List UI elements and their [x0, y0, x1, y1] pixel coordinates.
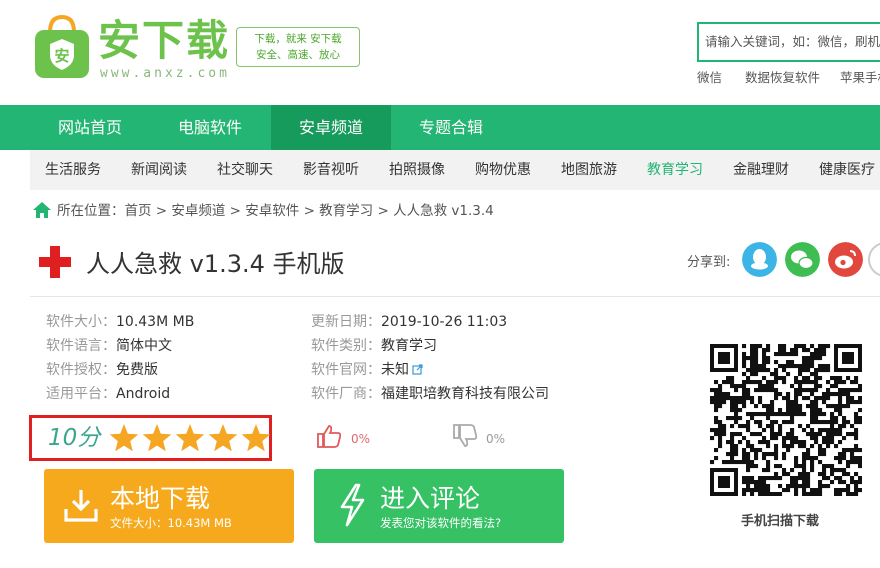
lightning-icon — [340, 483, 365, 527]
category-item[interactable]: 社交聊天 — [217, 150, 273, 190]
home-icon[interactable] — [32, 201, 52, 219]
more-share-icon[interactable] — [868, 242, 880, 277]
info-key: 软件大小： — [46, 314, 116, 330]
info-key: 软件授权： — [46, 362, 116, 378]
category-item[interactable]: 地图旅游 — [561, 150, 617, 190]
info-key: 软件厂商： — [311, 386, 381, 402]
info-value: 福建职培教育科技有限公司 — [381, 386, 549, 402]
main-nav-item-android[interactable]: 安卓频道 — [271, 105, 391, 150]
share-label: 分享到: — [687, 255, 731, 270]
weibo-share-icon[interactable] — [828, 242, 863, 277]
site-logo-text[interactable]: 安下载 — [98, 18, 230, 64]
main-nav: 网站首页 电脑软件 安卓频道 专题合辑 — [0, 105, 880, 150]
category-item[interactable]: 健康医疗 — [819, 150, 875, 190]
category-item[interactable]: 影音视听 — [303, 150, 359, 190]
download-button-size: 文件大小：10.43M MB — [110, 516, 232, 530]
info-language: 软件语言：简体中文 — [46, 336, 172, 356]
info-size: 软件大小：10.43M MB — [46, 312, 194, 332]
info-key: 更新日期： — [311, 314, 381, 330]
info-value: 10.43M MB — [116, 314, 195, 330]
info-website: 软件官网：未知 — [311, 360, 423, 380]
thumbs-down-icon[interactable] — [452, 424, 478, 448]
qr-code-image — [710, 344, 862, 496]
info-category: 软件类别：教育学习 — [311, 336, 437, 356]
site-url: www.anxz.com — [100, 66, 230, 81]
rating-score: 10分 — [48, 425, 101, 451]
info-value: 简体中文 — [116, 338, 172, 354]
main-nav-item-pc-software[interactable]: 电脑软件 — [150, 105, 270, 150]
svg-text:安: 安 — [54, 47, 69, 65]
info-value: 2019-10-26 11:03 — [381, 314, 508, 330]
breadcrumb-path[interactable]: 首页 > 安卓频道 > 安卓软件 > 教育学习 > 人人急救 v1.3.4 — [125, 203, 494, 219]
divider — [30, 296, 880, 297]
info-value[interactable]: 未知 — [381, 362, 409, 378]
rating-stars — [109, 424, 270, 452]
wechat-share-icon[interactable] — [785, 242, 820, 277]
info-key: 软件官网： — [311, 362, 381, 378]
vote-up-percent: 0% — [351, 432, 371, 446]
info-key: 适用平台： — [46, 386, 116, 402]
category-item-active[interactable]: 教育学习 — [647, 150, 703, 190]
info-value: 教育学习 — [381, 338, 437, 354]
category-item[interactable]: 金融理财 — [733, 150, 789, 190]
info-value: Android — [116, 386, 171, 402]
info-platform: 适用平台：Android — [46, 384, 170, 404]
slogan-line-1: 下载，就来 安下载 — [254, 33, 342, 45]
info-key: 软件语言： — [46, 338, 116, 354]
medical-cross-icon — [39, 246, 71, 278]
category-item[interactable]: 购物优惠 — [475, 150, 531, 190]
hot-word-link[interactable]: 苹果手机 — [840, 67, 880, 86]
thumbs-up-icon[interactable] — [316, 424, 342, 448]
info-update-date: 更新日期：2019-10-26 11:03 — [311, 312, 507, 332]
star-icon — [109, 424, 270, 452]
anxz-logo-icon[interactable]: 安 — [33, 14, 91, 80]
download-button-label: 本地下载 — [110, 484, 211, 513]
local-download-button[interactable]: 本地下载 文件大小：10.43M MB — [44, 469, 294, 543]
category-item[interactable]: 生活服务 — [45, 150, 101, 190]
main-nav-item-topics[interactable]: 专题合辑 — [391, 105, 511, 150]
search-input[interactable]: 请输入关键词，如：微信，刷机精灵 — [697, 22, 880, 62]
comment-button-label: 进入评论 — [380, 484, 481, 513]
enter-comment-button[interactable]: 进入评论 发表您对该软件的看法? — [314, 469, 564, 543]
info-key: 软件类别： — [311, 338, 381, 354]
hot-word-link[interactable]: 微信 — [697, 67, 722, 86]
main-nav-item-home[interactable]: 网站首页 — [30, 105, 150, 150]
download-icon — [64, 490, 98, 522]
info-vendor: 软件厂商：福建职培教育科技有限公司 — [311, 384, 549, 404]
qr-caption: 手机扫描下载 — [741, 514, 820, 529]
slogan-line-2: 安全、高速、放心 — [256, 49, 340, 61]
category-item[interactable]: 新闻阅读 — [131, 150, 187, 190]
external-link-icon[interactable] — [412, 364, 423, 375]
hot-word-link[interactable]: 数据恢复软件 — [745, 67, 820, 86]
breadcrumb-label: 所在位置： — [57, 203, 125, 219]
site-slogan: 下载，就来 安下载 安全、高速、放心 — [236, 27, 360, 67]
vote-down-percent: 0% — [486, 432, 506, 446]
qq-share-icon[interactable] — [742, 242, 777, 277]
category-nav: 生活服务 新闻阅读 社交聊天 影音视听 拍照摄像 购物优惠 地图旅游 教育学习 … — [30, 150, 880, 190]
page-title: 人人急救 v1.3.4 手机版 — [86, 250, 345, 278]
info-value: 免费版 — [116, 362, 158, 378]
category-item[interactable]: 拍照摄像 — [389, 150, 445, 190]
info-license: 软件授权：免费版 — [46, 360, 158, 380]
comment-button-sub: 发表您对该软件的看法? — [380, 516, 502, 530]
breadcrumb: 所在位置：首页 > 安卓频道 > 安卓软件 > 教育学习 > 人人急救 v1.3… — [57, 201, 494, 221]
